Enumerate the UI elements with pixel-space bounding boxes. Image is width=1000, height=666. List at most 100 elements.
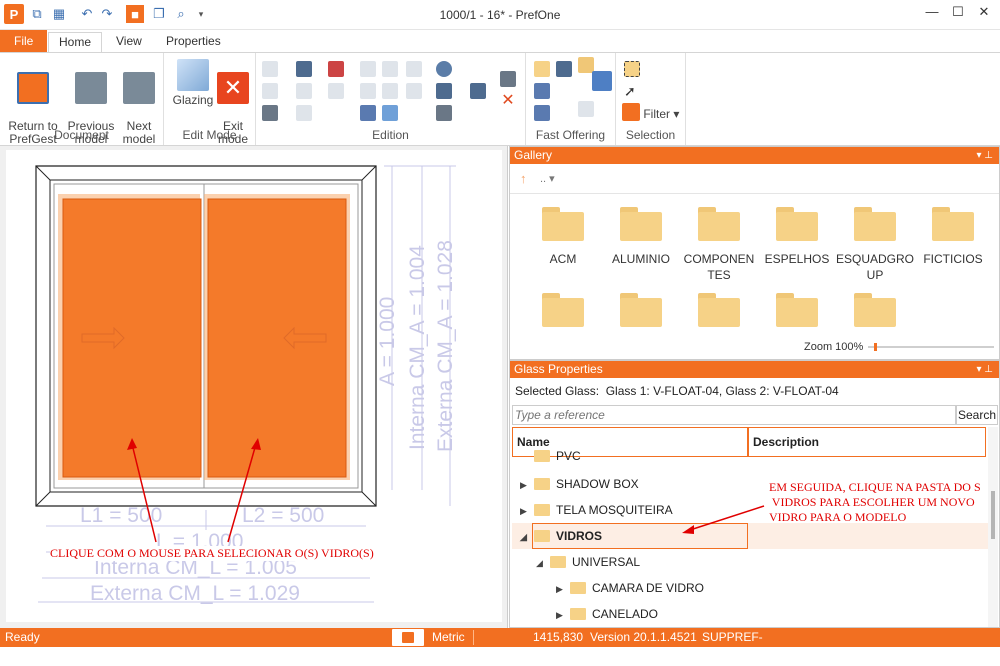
tree-item[interactable]: ▶ SHADOW BOX [520,473,639,495]
edit-tool-icon[interactable] [296,83,312,99]
gallery-path[interactable]: .. ▾ [540,172,555,185]
gallery-folder-label: ESPELHOS [764,252,830,266]
status-units[interactable]: Metric [432,628,465,647]
gallery-folder[interactable] [758,293,836,337]
model-drawing[interactable]: A = 1.000 Interna CM_A = 1.004 Externa C… [6,150,502,622]
edit-tool-icon[interactable] [328,83,344,99]
scrollbar-thumb[interactable] [991,491,995,539]
ribbon: Return to PrefGest Previous model Next m… [0,52,1000,146]
tree-item[interactable]: ▶ CAMARA DE VIDRO [556,577,704,599]
tab-home[interactable]: Home [48,32,103,52]
delete-icon[interactable]: ✕ [500,93,516,109]
glass-2[interactable] [207,198,347,478]
group-label: Fast Offering [535,128,606,142]
collapse-icon[interactable]: ◢ [536,552,550,574]
edit-tool-icon[interactable] [382,61,398,77]
edit-tool-icon[interactable] [382,105,398,121]
zoom-slider-thumb[interactable] [874,343,877,351]
pin-icon[interactable]: ▾ ⊥ [976,361,993,378]
link-icon[interactable] [500,71,516,87]
group-edit-mode: Glazing ✕ Exit mode Edit Mode [164,53,256,146]
status-toggle[interactable] [392,629,424,646]
filter-button[interactable]: Filter ▾ [622,103,679,123]
gallery-folder-label: ACM [549,252,577,266]
reference-search-input[interactable] [512,405,956,425]
gallery-folder[interactable]: ESQUADGRO UP [836,207,914,283]
offer-tool-icon[interactable] [534,105,550,121]
edit-tool-icon[interactable] [436,83,452,99]
tree-item[interactable]: ▶ CANELADO [556,603,658,625]
edit-tool-icon[interactable] [436,61,452,77]
group-document: Return to PrefGest Previous model Next m… [0,53,164,146]
offer-tool-icon[interactable] [592,71,612,91]
group-label: Selection [625,128,676,142]
status-ready: Ready [5,630,40,644]
edit-tool-icon[interactable] [296,61,312,77]
tree-item[interactable]: ◢ UNIVERSAL [536,551,640,573]
tab-properties[interactable]: Properties [156,32,231,52]
gallery-folder[interactable]: ESPELHOS [758,207,836,267]
gallery-folder[interactable] [680,293,758,337]
edit-tool-icon[interactable] [262,61,278,77]
gallery-folder-label: ALUMINIO [611,252,670,266]
zoom-slider[interactable] [868,343,994,351]
selected-glass-value: Glass 1: V-FLOAT-04, Glass 2: V-FLOAT-04 [605,384,839,398]
previous-model-icon [75,72,107,104]
expand-icon[interactable]: ▶ [556,604,570,626]
select-area-icon[interactable] [624,61,640,77]
edit-tool-icon[interactable] [296,105,312,121]
gallery-folder[interactable]: FICTICIOS [914,207,992,267]
return-icon [17,72,49,104]
group-edition: ✕ Edition [256,53,526,145]
expand-icon[interactable]: ▶ [556,578,570,600]
remove-tool-icon[interactable] [328,61,344,77]
edit-tool-icon[interactable] [406,61,422,77]
gallery-folder-label: FICTICIOS [923,252,983,266]
up-arrow-icon[interactable]: ↑ [520,171,527,186]
search-button[interactable]: Search [956,405,998,425]
edit-tool-icon[interactable] [360,61,376,77]
zoom-label: Zoom 100% [804,341,864,353]
glass-1[interactable] [62,198,202,478]
expand-icon[interactable]: ▶ [520,500,534,522]
folder-icon [620,293,662,327]
gallery-folder[interactable]: COMPONEN TES [680,207,758,283]
gallery-folder[interactable] [524,293,602,337]
folder-icon [542,207,584,241]
edit-tool-icon[interactable] [436,105,452,121]
offer-tool-icon[interactable] [578,101,594,117]
edit-tool-icon[interactable] [406,83,422,99]
tab-file[interactable]: File [0,30,48,52]
gallery-folder[interactable] [602,293,680,337]
maximize-button[interactable]: ☐ [948,4,968,24]
edit-tool-icon[interactable] [470,83,486,99]
folder-icon [854,207,896,241]
gallery-folder[interactable] [836,293,914,337]
open-folder-icon [550,556,566,568]
tree-item[interactable]: PVC [520,449,581,463]
gallery-folder[interactable]: ALUMINIO [602,207,680,267]
cursor-icon[interactable]: ➚ [624,83,640,99]
folder-icon [534,450,550,462]
gallery-folder[interactable]: ACM [524,207,602,267]
minimize-button[interactable]: — [922,4,942,24]
close-button[interactable]: ✕ [974,4,994,24]
scrollbar[interactable] [988,427,998,627]
offer-tool-icon[interactable] [534,83,550,99]
edit-tool-icon[interactable] [382,83,398,99]
tree-item-vidros[interactable]: ◢ VIDROS [520,525,602,547]
offer-tool-icon[interactable] [556,61,572,77]
pin-icon[interactable]: ▾ ⊥ [976,147,993,164]
offer-tool-icon[interactable] [534,61,550,77]
edit-tool-icon[interactable] [360,105,376,121]
expand-icon[interactable]: ▶ [520,474,534,496]
edit-tool-icon[interactable] [262,83,278,99]
edit-tool-icon[interactable] [360,83,376,99]
collapse-icon[interactable]: ◢ [520,526,534,548]
tab-view[interactable]: View [106,32,152,52]
tree-item[interactable]: ▶ TELA MOSQUITEIRA [520,499,673,521]
column-header-description[interactable]: Description [748,427,986,457]
annotation-choose-folder: EM SEGUIDA, CLIQUE NA PASTA DO S VIDROS … [769,480,981,524]
edit-tool-icon[interactable] [262,105,278,121]
annotation-arrowhead [682,525,694,534]
